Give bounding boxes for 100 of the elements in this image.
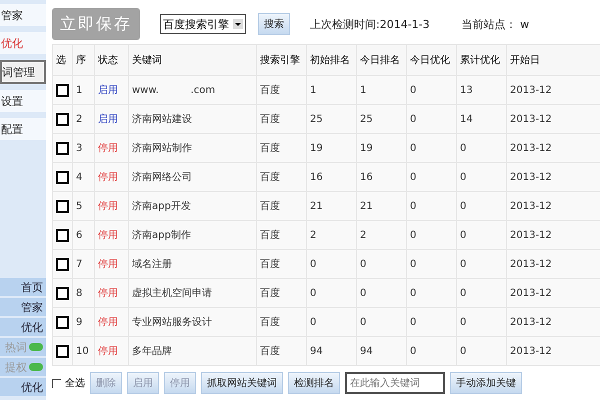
table-cell: 21 [306,192,356,220]
table-cell: 0 [356,308,406,336]
column-header: 开始日 [506,44,600,76]
status-cell[interactable]: 停用 [94,250,128,278]
keyword-input[interactable]: 在此输入关键词 [345,372,445,394]
status-cell[interactable]: 启用 [94,76,128,104]
table-cell: 0 [456,336,506,366]
table-cell: 0 [406,162,456,192]
add-keyword-button[interactable]: 手动添加关键 [450,372,522,394]
sidebar-item[interactable]: 优化 [0,32,46,54]
table-cell: 0 [306,308,356,336]
table-cell: 0 [406,336,456,366]
table-cell: 5 [72,192,94,220]
table-cell: 0 [456,192,506,220]
row-checkbox[interactable] [56,286,69,300]
table-cell: 济南app制作 [128,220,256,250]
table-cell: 2 [356,220,406,250]
action-button[interactable]: 检测排名 [288,372,340,394]
table-cell: 1 [306,76,356,104]
status-cell[interactable]: 停用 [94,220,128,250]
table-cell: 2013-12 [506,192,600,220]
table-cell: 21 [356,192,406,220]
column-header: 搜索引擎 [256,44,306,76]
table-cell: 百度 [256,104,306,134]
table-cell: 百度 [256,308,306,336]
table-cell: 域名注册 [128,250,256,278]
table-cell: 1 [356,76,406,104]
column-header: 今日排名 [356,44,406,76]
search-button[interactable]: 搜索 [258,13,290,35]
table-cell: 0 [406,220,456,250]
row-checkbox[interactable] [56,316,69,328]
table-cell: 百度 [256,336,306,366]
table-cell: 0 [406,308,456,336]
row-checkbox[interactable] [56,112,69,126]
row-checkbox[interactable] [56,142,69,154]
table-cell: 多年品牌 [128,336,256,366]
table-cell: 0 [456,134,506,162]
status-cell[interactable]: 停用 [94,308,128,336]
table-cell: 0 [406,192,456,220]
table-cell: 16 [356,162,406,192]
caret-icon [233,19,243,29]
table-cell: 2013-12 [506,278,600,308]
table-cell: 专业网站服务设计 [128,308,256,336]
select-all-checkbox[interactable]: 全选 [52,376,85,390]
action-button[interactable]: 抓取网站关键词 [201,372,283,394]
table-cell: 0 [406,278,456,308]
table-cell: 6 [72,220,94,250]
table-cell: 3 [72,134,94,162]
table-cell: 百度 [256,76,306,104]
table-cell: 94 [356,336,406,366]
table-cell: 济南网络公司 [128,162,256,192]
table-cell: 百度 [256,162,306,192]
table-cell: 0 [356,250,406,278]
table-cell: 2013-12 [506,336,600,366]
table-cell: www. .com [128,76,256,104]
status-cell[interactable]: 启用 [94,104,128,134]
table-cell: 虚拟主机空间申请 [128,278,256,308]
table-cell: 2 [72,104,94,134]
table-cell: 0 [406,134,456,162]
sidebar-item[interactable]: 词管理 [0,60,46,84]
table-cell: 0 [456,308,506,336]
status-cell[interactable]: 停用 [94,162,128,192]
table-cell: 0 [456,162,506,192]
engine-select[interactable]: 百度搜索引擎 [160,14,246,34]
status-cell[interactable]: 停用 [94,278,128,308]
row-checkbox[interactable] [56,228,69,242]
row-checkbox[interactable] [56,170,69,184]
table-cell: 0 [456,250,506,278]
table-cell: 2013-12 [506,104,600,134]
row-checkbox[interactable] [56,258,69,270]
column-header: 状态 [94,44,128,76]
sidebar-item[interactable]: 设置 [0,90,46,112]
sidebar-item[interactable]: 管家 [0,298,46,316]
status-cell[interactable]: 停用 [94,336,128,366]
sidebar-item[interactable]: 优化 [0,378,46,396]
table-cell: 百度 [256,250,306,278]
table-cell: 0 [406,76,456,104]
table-cell: 4 [72,162,94,192]
sidebar-item[interactable]: 管家 [0,4,46,26]
status-cell[interactable]: 停用 [94,134,128,162]
table-cell: 济南app开发 [128,192,256,220]
table-cell: 14 [456,104,506,134]
row-checkbox[interactable] [56,84,69,96]
table-cell: 济南网站制作 [128,134,256,162]
table-cell: 19 [306,134,356,162]
last-check-time: 上次检测时间:2014-1-3 [310,16,430,32]
row-checkbox[interactable] [56,200,69,212]
table-cell: 25 [356,104,406,134]
sidebar-item[interactable]: 优化 [0,318,46,336]
table-cell: 0 [456,278,506,308]
sidebar-item[interactable]: 配置 [0,118,46,140]
sidebar-item[interactable]: 首页 [0,278,46,296]
table-cell: 0 [406,104,456,134]
table-cell: 0 [406,250,456,278]
table-cell: 0 [306,250,356,278]
status-cell[interactable]: 停用 [94,192,128,220]
column-header: 关键词 [128,44,256,76]
row-checkbox[interactable] [56,344,69,358]
table-cell: 0 [356,278,406,308]
column-header: 选 [52,44,72,76]
